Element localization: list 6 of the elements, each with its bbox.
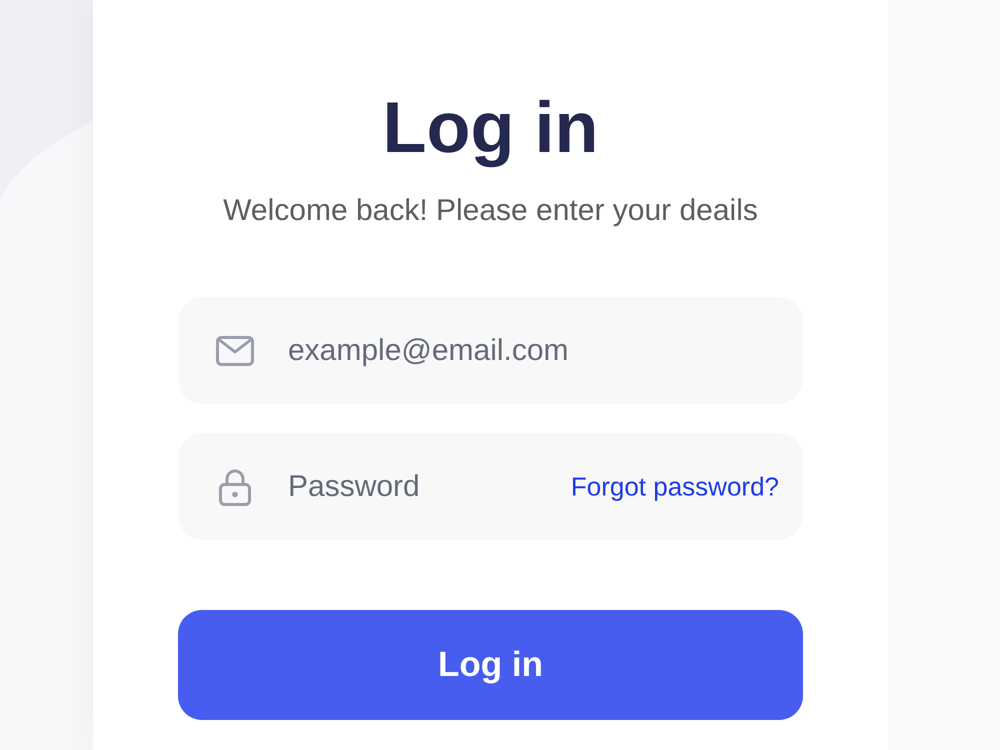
forgot-password-link[interactable]: Forgot password? [570,467,779,506]
subtitle: Welcome back! Please enter your deails [223,196,758,226]
mail-icon [216,336,254,366]
login-button[interactable]: Log in [178,610,803,720]
lock-icon [219,468,251,506]
email-field[interactable]: example@email.com [178,297,803,404]
